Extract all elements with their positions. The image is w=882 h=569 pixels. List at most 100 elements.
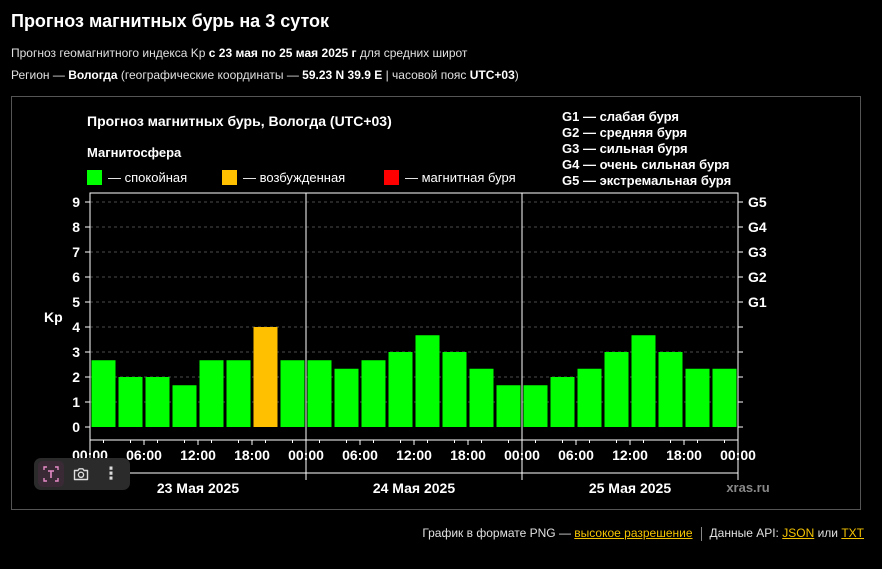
bar xyxy=(496,385,521,427)
region-suffix: ) xyxy=(514,68,519,82)
legend-swatch xyxy=(384,170,399,185)
region-timezone: UTC+03 xyxy=(469,68,515,82)
bar xyxy=(523,385,548,427)
footer: График в формате PNG — высокое разрешени… xyxy=(422,526,864,541)
x-tick-label: 18:00 xyxy=(234,447,270,463)
coords-prefix: (географические координаты — xyxy=(117,68,303,82)
g-scale-item: G3 — сильная буря xyxy=(562,141,688,156)
screenshot-button[interactable] xyxy=(68,461,94,487)
legend-title: Магнитосфера xyxy=(87,145,182,160)
x-tick-label: 18:00 xyxy=(450,447,486,463)
txt-link[interactable]: TXT xyxy=(841,526,864,540)
x-tick-label: 00:00 xyxy=(720,447,756,463)
y-tick-label: 1 xyxy=(72,394,80,410)
x-tick-label: 18:00 xyxy=(666,447,702,463)
more-options-button[interactable]: ⋮ xyxy=(98,461,124,487)
g-scale-legend: G1 — слабая буряG2 — средняя буряG3 — си… xyxy=(562,109,731,188)
x-tick-label: 12:00 xyxy=(396,447,432,463)
y-tick-label: 4 xyxy=(72,319,80,335)
g-tick-label: G5 xyxy=(748,194,767,210)
g-scale-item: G4 — очень сильная буря xyxy=(562,157,729,172)
bar xyxy=(442,352,467,427)
g-tick-label: G1 xyxy=(748,294,767,310)
x-tick-label: 00:00 xyxy=(504,447,540,463)
day-label: 25 Мая 2025 xyxy=(589,480,671,496)
bar xyxy=(550,377,575,427)
bar xyxy=(334,368,359,427)
legend: — спокойная — возбужденная — магнитная бур… xyxy=(87,170,516,185)
y-tick-label: 8 xyxy=(72,219,80,235)
g-tick-labels: G1 G2 G3 G4 G5 xyxy=(748,194,767,310)
bar xyxy=(415,335,440,427)
x-tick-label: 06:00 xyxy=(342,447,378,463)
y-axis-label: Kp xyxy=(44,309,63,325)
region-name: Вологда xyxy=(68,68,118,82)
image-toolbar: ⋮ xyxy=(34,458,130,490)
tz-prefix: | часовой пояс xyxy=(382,68,470,82)
bar xyxy=(91,360,116,427)
kp-forecast-chart: Прогноз магнитных бурь, Вологда (UTC+03)… xyxy=(44,109,770,496)
footer-divider xyxy=(700,526,702,541)
bar xyxy=(631,335,656,427)
legend-swatch xyxy=(87,170,102,185)
day-label: 24 Мая 2025 xyxy=(373,480,455,496)
api-prefix: Данные API: xyxy=(709,526,783,540)
bar xyxy=(253,327,278,427)
bar xyxy=(361,360,386,427)
legend-label: — спокойная xyxy=(108,170,187,185)
bar xyxy=(118,377,143,427)
legend-label: — возбужденная xyxy=(243,170,345,185)
bar xyxy=(226,360,251,427)
bar xyxy=(280,360,305,427)
bar xyxy=(307,360,332,427)
g-scale-item: G5 — экстремальная буря xyxy=(562,173,731,188)
bar xyxy=(685,368,710,427)
region-info: Регион — Вологда (географические координ… xyxy=(11,68,519,82)
y-tick-label: 7 xyxy=(72,244,80,260)
x-tick-label: 06:00 xyxy=(126,447,162,463)
g-scale-item: G2 — средняя буря xyxy=(562,125,687,140)
subtitle-suffix: для средних широт xyxy=(356,46,468,60)
legend-swatch xyxy=(222,170,237,185)
region-prefix: Регион — xyxy=(11,68,69,82)
y-tick-label: 6 xyxy=(72,269,80,285)
bar xyxy=(604,352,629,427)
x-tick-label: 06:00 xyxy=(558,447,594,463)
camera-icon xyxy=(73,468,89,481)
text-select-icon xyxy=(43,466,59,482)
g-tick-label: G2 xyxy=(748,269,767,285)
bar xyxy=(712,368,737,427)
text-select-button[interactable] xyxy=(38,461,64,487)
g-tick-label: G3 xyxy=(748,244,767,260)
y-tick-label: 5 xyxy=(72,294,80,310)
y-tick-label: 2 xyxy=(72,369,80,385)
chart-title: Прогноз магнитных бурь, Вологда (UTC+03) xyxy=(87,113,392,129)
png-prefix: График в формате PNG — xyxy=(422,526,575,540)
y-tick-labels: 0 1 2 3 4 5 6 7 8 9 xyxy=(72,194,80,435)
more-vertical-icon: ⋮ xyxy=(102,464,120,483)
high-resolution-link[interactable]: высокое разрешение xyxy=(574,526,692,540)
bar xyxy=(199,360,224,427)
x-tick-label: 12:00 xyxy=(612,447,648,463)
day-label: 23 Мая 2025 xyxy=(157,480,239,496)
or-text: или xyxy=(814,526,842,540)
region-coords: 59.23 N 39.9 E xyxy=(302,68,383,82)
legend-label: — магнитная буря xyxy=(405,170,516,185)
x-tick-label: 00:00 xyxy=(288,447,324,463)
bar xyxy=(388,352,413,427)
subtitle-dates: с 23 мая по 25 мая 2025 г xyxy=(208,46,357,60)
bar xyxy=(577,368,602,427)
page-title: Прогноз магнитных бурь на 3 суток xyxy=(11,11,330,31)
bar xyxy=(145,377,170,427)
json-link[interactable]: JSON xyxy=(782,526,814,540)
watermark: xras.ru xyxy=(726,480,769,495)
forecast-subtitle: Прогноз геомагнитного индекса Kp с 23 ма… xyxy=(11,46,467,60)
day-labels: 23 Мая 2025 24 Мая 2025 25 Мая 2025 xyxy=(157,480,671,496)
x-tick-labels: 00:00 06:00 12:00 18:00 00:00 06:00 12:00 18:00… xyxy=(72,447,756,463)
bar xyxy=(658,352,683,427)
bar xyxy=(172,385,197,427)
g-scale-item: G1 — слабая буря xyxy=(562,109,679,124)
g-tick-label: G4 xyxy=(748,219,767,235)
y-tick-label: 9 xyxy=(72,194,80,210)
y-tick-label: 3 xyxy=(72,344,80,360)
